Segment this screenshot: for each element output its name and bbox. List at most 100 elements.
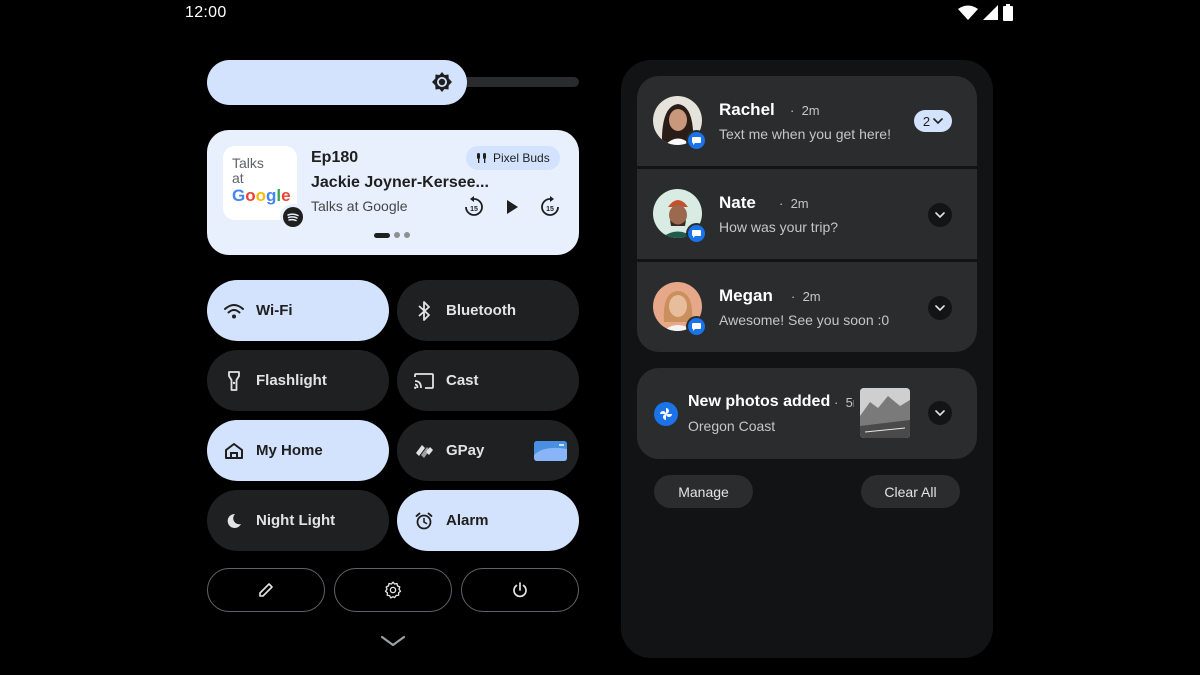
edit-button[interactable] [207, 568, 325, 612]
tile-flashlight[interactable]: Flashlight [207, 350, 389, 411]
notification-nate[interactable]: Nate · 2m How was your trip? [637, 169, 977, 259]
wifi-status-icon [958, 5, 978, 20]
logo-letter: e [281, 186, 291, 205]
notification-rachel[interactable]: Rachel · 2m Text me when you get here! 2 [637, 76, 977, 166]
tile-bluetooth[interactable]: Bluetooth [397, 280, 579, 341]
play-button[interactable] [501, 196, 523, 218]
photos-app-icon [654, 402, 678, 426]
media-player-card[interactable]: Talks at Google Ep180 Jackie Joyner-Kers… [207, 130, 579, 255]
media-subtitle: Talks at Google [311, 198, 408, 214]
expand-button[interactable] [928, 203, 952, 227]
forward-15-button[interactable]: 15 [539, 196, 561, 218]
notification-text: How was your trip? [719, 219, 839, 235]
tile-night-light[interactable]: Night Light [207, 490, 389, 551]
clear-all-button[interactable]: Clear All [861, 475, 960, 508]
notification-time-value: 2m [801, 103, 820, 118]
photo-thumbnail [860, 388, 910, 438]
cast-icon [414, 371, 434, 391]
logo-letter: o [245, 186, 256, 205]
messages-notification-group: Rachel · 2m Text me when you get here! 2… [637, 76, 977, 352]
messages-app-icon [686, 316, 707, 337]
notification-time: · 2m [779, 196, 809, 211]
notification-panel: Rachel · 2m Text me when you get here! 2… [621, 60, 993, 658]
notification-text: Text me when you get here! [719, 126, 891, 142]
notification-time-value: 2m [790, 196, 809, 211]
play-icon [507, 200, 518, 214]
tile-label: Bluetooth [446, 302, 516, 319]
settings-button[interactable] [334, 568, 452, 612]
notification-photos[interactable]: New photos added · 5m Oregon Coast [637, 368, 977, 459]
clear-all-label: Clear All [884, 483, 937, 500]
rewind-icon: 15 [465, 196, 483, 216]
chevron-down-icon [935, 409, 945, 416]
messages-app-icon [686, 130, 707, 151]
message-count: 2 [922, 113, 931, 129]
tile-label: GPay [446, 442, 485, 459]
tile-label: Cast [446, 372, 479, 389]
tile-cast[interactable]: Cast [397, 350, 579, 411]
notification-sender: Rachel [719, 100, 775, 119]
output-device-chip[interactable]: Pixel Buds [466, 146, 560, 170]
expand-button[interactable] [928, 401, 952, 425]
tile-label: Wi-Fi [256, 302, 293, 319]
tile-wifi[interactable]: Wi-Fi [207, 280, 389, 341]
gpay-icon [414, 441, 434, 461]
alarm-icon [414, 511, 434, 531]
media-episode: Ep180 [311, 149, 359, 166]
rewind-15-button[interactable]: 15 [463, 196, 485, 218]
flashlight-icon [224, 370, 244, 391]
messages-app-icon [686, 223, 707, 244]
album-art-line2: at [232, 170, 244, 186]
media-title: Jackie Joyner-Kersee... [311, 174, 489, 191]
chevron-down-icon[interactable] [379, 632, 407, 650]
page-dot [404, 232, 410, 238]
home-icon [224, 441, 244, 461]
status-icons [958, 4, 1013, 21]
tile-label: Alarm [446, 512, 489, 529]
notification-time-value: 2m [802, 289, 821, 304]
wifi-icon [224, 301, 244, 321]
signal-icon [983, 5, 998, 20]
tile-label: Night Light [256, 512, 336, 529]
edit-icon [259, 583, 273, 597]
chevron-down-icon [933, 117, 943, 124]
notification-megan[interactable]: Megan · 2m Awesome! See you soon :0 [637, 262, 977, 352]
moon-icon [224, 511, 244, 531]
tile-label: Flashlight [256, 372, 327, 389]
notification-time-value: 5m [845, 395, 854, 410]
brightness-slider[interactable] [207, 60, 467, 105]
power-button[interactable] [461, 568, 579, 612]
notification-text: Awesome! See you soon :0 [719, 312, 890, 328]
tile-label: My Home [256, 442, 323, 459]
power-icon [513, 582, 527, 598]
expand-count-chip[interactable]: 2 [914, 110, 952, 132]
tile-my-home[interactable]: My Home [207, 420, 389, 481]
media-controls: 15 15 [463, 196, 561, 218]
rewind-seconds: 15 [470, 206, 478, 213]
album-art-logo: Google [232, 186, 297, 205]
output-device-label: Pixel Buds [493, 151, 550, 165]
manage-button[interactable]: Manage [654, 475, 753, 508]
chevron-down-icon [935, 304, 945, 311]
notification-sender: Megan [719, 286, 773, 305]
expand-button[interactable] [928, 296, 952, 320]
notification-time: · 2m [791, 289, 821, 304]
forward-seconds: 15 [546, 206, 554, 213]
earbuds-icon [477, 153, 486, 163]
notification-time: · 2m [790, 103, 820, 118]
notification-title: New photos added [688, 393, 831, 410]
chevron-down-icon [935, 211, 945, 218]
page-dot [394, 232, 400, 238]
notification-sender: Nate [719, 193, 756, 212]
status-bar: 12:00 [0, 0, 1200, 28]
clock: 12:00 [185, 4, 227, 21]
logo-letter: G [232, 186, 246, 205]
media-page-indicator [374, 232, 410, 238]
tile-alarm[interactable]: Alarm [397, 490, 579, 551]
tile-gpay[interactable]: GPay [397, 420, 579, 481]
manage-label: Manage [678, 483, 729, 500]
logo-letter: g [266, 186, 277, 205]
spotify-icon [280, 204, 306, 230]
brightness-icon [432, 72, 452, 92]
settings-icon [384, 581, 402, 599]
